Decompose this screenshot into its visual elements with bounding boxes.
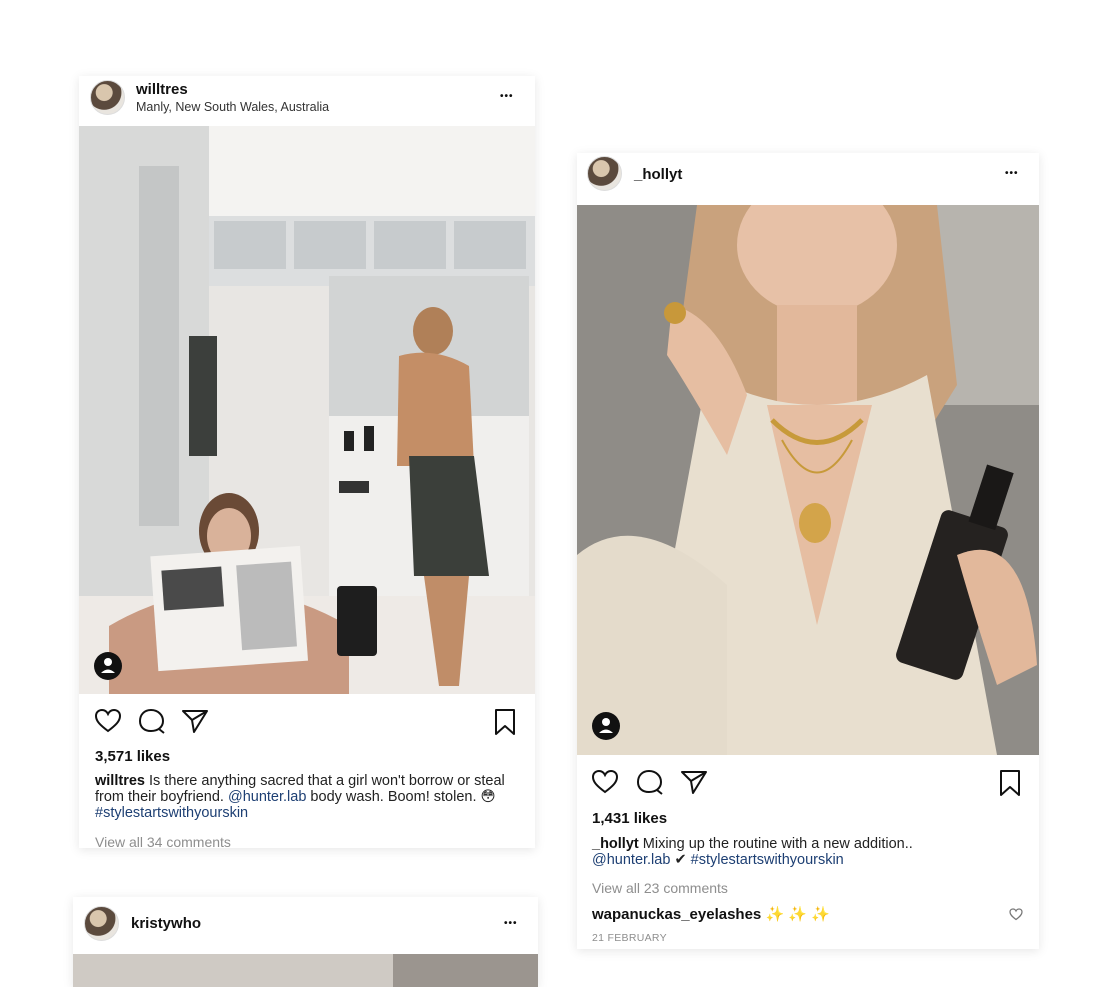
caption: _hollyt Mixing up the routine with a new… (592, 836, 1032, 868)
share-icon[interactable] (180, 708, 210, 734)
location[interactable]: Manly, New South Wales, Australia (136, 100, 329, 114)
avatar[interactable] (587, 156, 622, 191)
more-options-button[interactable]: ••• (504, 919, 518, 929)
view-all-comments[interactable]: View all 23 comments (592, 880, 728, 896)
caption-mention[interactable]: @hunter.lab (592, 852, 670, 868)
avatar[interactable] (90, 80, 125, 115)
likes-count[interactable]: 3,571 likes (95, 748, 170, 765)
caption-text-2: body wash. Boom! stolen. 😳 (306, 789, 496, 805)
username[interactable]: willtres (136, 81, 188, 98)
small-heart-icon[interactable] (1009, 908, 1023, 921)
bookmark-icon[interactable] (998, 769, 1022, 797)
comment-icon[interactable] (138, 708, 166, 734)
post-photo-image (73, 954, 538, 987)
caption-check: ✔ (670, 852, 691, 868)
username[interactable]: _hollyt (634, 166, 682, 183)
post-photo[interactable] (79, 126, 535, 694)
caption-username[interactable]: willtres (95, 773, 145, 789)
username[interactable]: kristywho (131, 915, 201, 932)
post-card-hollyt: _hollyt ••• 1,431 likes _hollyt Mixing u… (577, 153, 1039, 949)
caption-mention[interactable]: @hunter.lab (228, 789, 306, 805)
heart-icon[interactable] (591, 769, 619, 795)
avatar[interactable] (84, 906, 119, 941)
view-all-comments[interactable]: View all 34 comments (95, 834, 231, 848)
caption: willtres Is there anything sacred that a… (95, 773, 525, 821)
post-header: willtres Manly, New South Wales, Austral… (79, 76, 535, 124)
bookmark-icon[interactable] (493, 708, 517, 736)
post-header: _hollyt ••• (577, 153, 1039, 201)
skincare-photo (577, 205, 1039, 755)
comment-username[interactable]: wapanuckas_eyelashes (592, 906, 761, 923)
post-photo[interactable] (73, 954, 538, 987)
likes-count[interactable]: 1,431 likes (592, 810, 667, 827)
post-header: kristywho ••• (73, 897, 538, 945)
heart-icon[interactable] (94, 708, 122, 734)
more-options-button[interactable]: ••• (1005, 169, 1019, 179)
share-icon[interactable] (679, 769, 709, 795)
caption-text: Mixing up the routine with a new additio… (638, 836, 913, 852)
top-comment: wapanuckas_eyelashes ✨ ✨ ✨ (592, 905, 830, 923)
post-card-willtres: willtres Manly, New South Wales, Austral… (79, 76, 535, 848)
comment-icon[interactable] (636, 769, 664, 795)
comment-text: ✨ ✨ ✨ (761, 906, 830, 923)
more-options-button[interactable]: ••• (500, 92, 514, 102)
post-date: 21 FEBRUARY (592, 932, 667, 944)
caption-hashtag[interactable]: #stylestartswithyourskin (95, 805, 248, 821)
caption-hashtag[interactable]: #stylestartswithyourskin (691, 852, 844, 868)
bathroom-photo (79, 126, 535, 694)
post-photo[interactable] (577, 205, 1039, 755)
caption-username[interactable]: _hollyt (592, 836, 639, 852)
